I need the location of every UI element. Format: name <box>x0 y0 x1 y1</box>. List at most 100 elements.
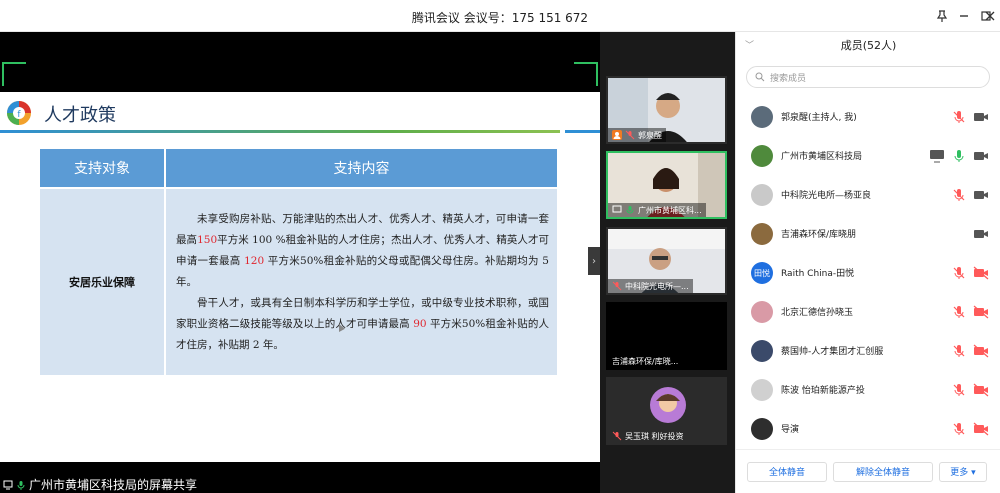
camera-icon[interactable] <box>973 109 989 125</box>
table-content-cell: 未享受购房补贴、万能津贴的杰出人才、优秀人才、精英人才，可申请一套最高150平方… <box>166 189 557 375</box>
mic-muted-icon <box>612 281 622 291</box>
table-header-target: 支持对象 <box>40 149 164 187</box>
minimize-icon[interactable] <box>956 8 972 24</box>
member-row[interactable]: 吉浦森环保/库晓朋 <box>736 215 1000 254</box>
search-placeholder: 搜索成员 <box>770 73 807 84</box>
screen-share-label: 广州市黄埔区科技局的屏幕共享 <box>0 476 204 493</box>
mic-muted-icon[interactable] <box>951 265 967 281</box>
avatar <box>751 301 773 323</box>
panel-footer: 全体静音 解除全体静音 更多 ▾ <box>736 449 1000 493</box>
tile-label: 广州市黄埔区科... <box>608 203 706 217</box>
tile-name: 吉浦森环保/库晓... <box>612 356 679 366</box>
tile-label: 吴玉琪 利好投资 <box>608 429 688 443</box>
member-name: 北京汇德信孙晓玉 <box>781 308 854 318</box>
close-icon[interactable] <box>982 8 998 24</box>
member-name: 吉浦森环保/库晓朋 <box>781 230 857 240</box>
member-row[interactable]: 郭泉醒(主持人, 我) <box>736 98 1000 137</box>
camera-icon[interactable] <box>973 187 989 203</box>
member-name: 陈波 怡珀新能源产投 <box>781 386 865 396</box>
shared-screen: f 人才政策 支持对象 支持内容 安居乐业保障 未享受购房补贴、万能津贴的杰出人… <box>0 32 600 493</box>
avatar <box>751 106 773 128</box>
screen-share-icon <box>612 205 622 213</box>
video-tile[interactable]: 郭泉醒 <box>606 76 727 144</box>
video-tile[interactable]: 吉浦森环保/库晓... <box>606 302 727 370</box>
video-tile[interactable]: 中科院光电所—... <box>606 227 727 295</box>
table-category-cell: 安居乐业保障 <box>40 189 164 375</box>
avatar-initials: 田悦 <box>754 268 770 278</box>
mic-muted-icon[interactable] <box>951 343 967 359</box>
member-controls <box>951 382 989 398</box>
member-row[interactable]: 陈波 怡珀新能源产投 <box>736 371 1000 410</box>
member-name: 中科院光电所—杨亚良 <box>781 191 872 201</box>
mic-muted-icon <box>612 431 622 441</box>
member-row[interactable]: 广州市黄埔区科技局 <box>736 137 1000 176</box>
tile-label: 吉浦森环保/库晓... <box>608 354 682 368</box>
member-controls <box>951 109 989 125</box>
search-icon <box>755 72 765 82</box>
mic-muted-icon[interactable] <box>951 187 967 203</box>
highlight-value: 150 <box>197 234 218 246</box>
mic-muted-icon[interactable] <box>951 382 967 398</box>
expand-toggle[interactable]: › <box>588 247 600 275</box>
window-title: 腾讯会议 会议号：175 151 672 <box>411 11 589 25</box>
member-search[interactable]: 搜索成员 <box>746 66 990 88</box>
camera-off-icon[interactable] <box>973 304 989 320</box>
member-name: 郭泉醒(主持人, 我) <box>781 113 857 123</box>
mic-muted-icon[interactable] <box>951 421 967 437</box>
tile-name: 广州市黄埔区科... <box>638 205 702 215</box>
pin-icon[interactable] <box>934 8 950 24</box>
camera-off-icon[interactable] <box>973 421 989 437</box>
logo-icon: f <box>7 101 31 125</box>
panel-header: ﹀ 成员(52人) <box>736 32 1000 56</box>
mic-muted-icon[interactable] <box>951 109 967 125</box>
mic-muted-icon[interactable] <box>951 304 967 320</box>
more-button[interactable]: 更多 ▾ <box>939 461 987 482</box>
title-rule-accent <box>565 130 600 133</box>
camera-icon[interactable] <box>973 226 989 242</box>
avatar <box>751 418 773 440</box>
member-name: 蔡国帅-人才集团才汇创服 <box>781 347 884 357</box>
member-name: 广州市黄埔区科技局 <box>781 152 863 162</box>
mic-icon[interactable] <box>951 148 967 164</box>
policy-paragraph-1: 未享受购房补贴、万能津贴的杰出人才、优秀人才、精英人才，可申请一套最高150平方… <box>176 209 549 293</box>
member-list: 郭泉醒(主持人, 我) 广州市黄埔区科技局 中科院光电所—杨亚良 吉浦森环保/库… <box>736 98 1000 449</box>
unmute-all-button[interactable]: 解除全体静音 <box>833 461 933 482</box>
camera-off-icon[interactable] <box>973 382 989 398</box>
member-name: Raith China-田悦 <box>781 269 855 279</box>
avatar <box>751 145 773 167</box>
member-row[interactable]: 田悦 Raith China-田悦 <box>736 254 1000 293</box>
member-row[interactable]: 北京汇德信孙晓玉 <box>736 293 1000 332</box>
tile-name: 郭泉醒 <box>638 130 662 140</box>
camera-off-icon[interactable] <box>973 265 989 281</box>
camera-icon[interactable] <box>973 148 989 164</box>
title-bar: 腾讯会议 会议号：175 151 672 <box>0 0 1000 32</box>
slide-header: f 人才政策 <box>0 92 600 133</box>
video-tile[interactable]: 广州市黄埔区科... <box>606 151 727 219</box>
presentation-slide: f 人才政策 支持对象 支持内容 安居乐业保障 未享受购房补贴、万能津贴的杰出人… <box>0 92 600 462</box>
avatar <box>751 184 773 206</box>
policy-paragraph-2: 骨干人才，或具有全日制本科学历和学士学位，或中级专业技术职称，或国家职业资格二级… <box>176 293 549 356</box>
mic-icon <box>626 206 634 214</box>
members-panel: ﹀ 成员(52人) 搜索成员 郭泉醒(主持人, 我) 广州市黄埔区科技局 中科院… <box>735 32 1000 493</box>
panel-title: 成员(52人) <box>840 39 897 52</box>
member-controls <box>951 187 989 203</box>
member-controls <box>951 421 989 437</box>
avatar <box>751 379 773 401</box>
mic-icon <box>17 480 25 490</box>
avatar <box>751 340 773 362</box>
video-tile[interactable]: 吴玉琪 利好投资 <box>606 377 727 445</box>
tile-label: 中科院光电所—... <box>608 279 693 293</box>
screen-share-icon[interactable] <box>929 148 945 164</box>
member-row[interactable]: 蔡国帅-人才集团才汇创服 <box>736 332 1000 371</box>
table-header-content: 支持内容 <box>166 149 557 187</box>
corner-marker <box>2 62 26 86</box>
avatar: 田悦 <box>751 262 773 284</box>
camera-off-icon[interactable] <box>973 343 989 359</box>
slide-title: 人才政策 <box>44 105 116 126</box>
mute-all-button[interactable]: 全体静音 <box>747 461 827 482</box>
policy-table: 支持对象 支持内容 安居乐业保障 未享受购房补贴、万能津贴的杰出人才、优秀人才、… <box>40 149 557 375</box>
member-controls <box>951 265 989 281</box>
corner-marker <box>574 62 598 86</box>
member-row[interactable]: 导演 <box>736 410 1000 449</box>
member-row[interactable]: 中科院光电所—杨亚良 <box>736 176 1000 215</box>
